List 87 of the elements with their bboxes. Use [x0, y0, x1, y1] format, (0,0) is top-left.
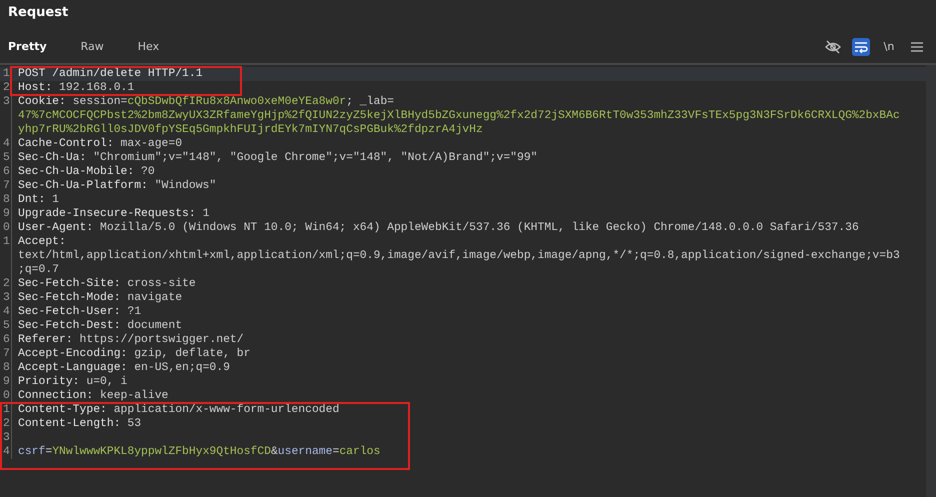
- code-text: ?0: [140, 166, 155, 178]
- value-text: 47%7cMCOCFQCPbst2%2bm8ZwyUX3ZRfameYgHjp%2fQIUN2zyZ5kejXlBHyd5bZGxunegg%2fx2d72jSXM6B6RtT0w353mhZ33VFsTEx5pg3N3FSrDk6CRXLQG%2bxBAc: [18, 110, 900, 122]
- line-number: 4: [3, 305, 10, 319]
- header-name: Cookie:: [18, 96, 66, 108]
- line-number: 2: [3, 277, 10, 291]
- header-name: Sec-Fetch-Site:: [18, 278, 121, 290]
- value-text: cQbSDwbQfIRu8x8Anwo0xeM0eYEa8w0r: [127, 96, 346, 108]
- header-name: Content-Length:: [18, 418, 121, 430]
- value-text: YNwlwwwKPKL8yppwlZFbHyx9QtHosfCD: [52, 446, 271, 458]
- view-tab[interactable]: Hex: [130, 36, 168, 57]
- line-number: 1: [3, 235, 10, 249]
- code-text: session=: [72, 96, 128, 108]
- line-number: 9: [3, 375, 10, 389]
- code-text: https://portswigger.net/: [78, 334, 244, 346]
- line-number: 3: [3, 291, 10, 305]
- line-number: 8: [3, 361, 10, 375]
- line-number: 0: [3, 389, 10, 403]
- line-number: 5: [3, 319, 10, 333]
- code-text: application/x-www-form-urlencoded: [112, 404, 340, 416]
- header-name: Sec-Fetch-User:: [18, 306, 121, 318]
- header-name: Upgrade-Insecure-Requests:: [18, 208, 196, 220]
- eye-slash-icon[interactable]: [824, 38, 842, 56]
- line-number: 6: [3, 165, 10, 179]
- line-number: 0: [3, 221, 10, 235]
- view-tab[interactable]: Raw: [72, 36, 112, 57]
- header-name: Referer:: [18, 334, 73, 346]
- param-name: username: [278, 446, 332, 458]
- code-text: u=0, i: [85, 376, 128, 388]
- code-text: Mozilla/5.0 (Windows NT 10.0; Win64; x64) AppleWebKit/537.36 (KHTML, like Gecko) Chrome/148.0.0.0 Safari/537.36: [99, 222, 859, 234]
- code-text: ;q=0.7: [18, 264, 60, 276]
- value-text: carlos: [339, 446, 380, 458]
- code-text: =: [45, 446, 52, 458]
- scrollbar[interactable]: [926, 65, 936, 497]
- line-number: 4: [3, 445, 10, 459]
- line-number: 2: [3, 81, 10, 95]
- code-text: "Chromium";v="148", "Google Chrome";v="148", "Not/A)Brand";v="99": [92, 152, 538, 164]
- line-number: 3: [3, 431, 10, 445]
- newline-toggle[interactable]: \n: [880, 38, 898, 56]
- code-text: keep-alive: [99, 390, 168, 402]
- header-name: Accept:: [18, 236, 66, 248]
- code-text: 1: [51, 194, 60, 206]
- code-text: "Windows": [154, 180, 216, 192]
- line-number: 2: [3, 417, 10, 431]
- code-text: cross-site: [126, 278, 196, 290]
- code-text: ; _lab=: [346, 96, 394, 108]
- line-number: 8: [3, 193, 10, 207]
- value-text: yhp7rRU%2bRGll0sJDV0fpYSEq5GmpkhFUIjrdEYk7mIYN7qCsPGBuk%2fdpzrA4jvHz: [18, 124, 483, 136]
- line-number: 1: [3, 67, 10, 81]
- code-text: text/html,application/xhtml+xml,application/xml;q=0.9,image/avif,image/webp,image/apng,*/*;q=0.8,application/signed-exchange;v=b3: [18, 250, 900, 262]
- header-name: Sec-Fetch-Dest:: [18, 320, 121, 332]
- line-number: 1: [3, 403, 10, 417]
- header-name: Sec-Fetch-Mode:: [18, 292, 121, 304]
- header-name: Cache-Control:: [18, 138, 114, 150]
- header-name: Accept-Encoding:: [18, 348, 128, 360]
- header-name: POST /admin/delete HTTP/1.1: [18, 68, 203, 80]
- code-text: &: [270, 446, 278, 458]
- line-number: 9: [3, 207, 10, 221]
- header-name: Accept-Language:: [18, 362, 128, 374]
- code-text: max-age=0: [120, 138, 182, 150]
- header-name: User-Agent:: [18, 222, 94, 234]
- line-number: 7: [3, 347, 10, 361]
- header-name: Connection:: [18, 390, 94, 402]
- line-number: 6: [3, 333, 10, 347]
- header-name: Dnt:: [18, 194, 46, 206]
- code-text: 53: [126, 418, 142, 430]
- panel-title: Request: [7, 4, 70, 22]
- header-name: Sec-Ch-Ua:: [18, 152, 86, 164]
- code-text: 192.168.0.1: [58, 82, 134, 94]
- header-name: Host:: [18, 82, 52, 94]
- code-text: gzip, deflate, br: [133, 348, 250, 360]
- code-text: document: [126, 320, 182, 332]
- line-number: 3: [3, 95, 10, 109]
- code-text: navigate: [126, 292, 182, 304]
- code-text: =: [332, 446, 340, 458]
- line-number: 5: [3, 151, 10, 165]
- code-text: 1: [202, 208, 210, 220]
- header-name: Content-Type:: [18, 404, 107, 416]
- param-name: csrf: [18, 446, 46, 458]
- view-tab[interactable]: Pretty: [0, 36, 55, 57]
- text-wrap-icon[interactable]: [852, 38, 870, 56]
- code-text: ?1: [126, 306, 142, 318]
- line-number: 7: [3, 179, 10, 193]
- header-name: Sec-Ch-Ua-Platform:: [18, 180, 148, 192]
- header-name: Priority:: [18, 376, 80, 388]
- line-number: 4: [3, 137, 10, 151]
- code-text: en-US,en;q=0.9: [133, 362, 230, 374]
- header-name: Sec-Ch-Ua-Mobile:: [18, 166, 134, 178]
